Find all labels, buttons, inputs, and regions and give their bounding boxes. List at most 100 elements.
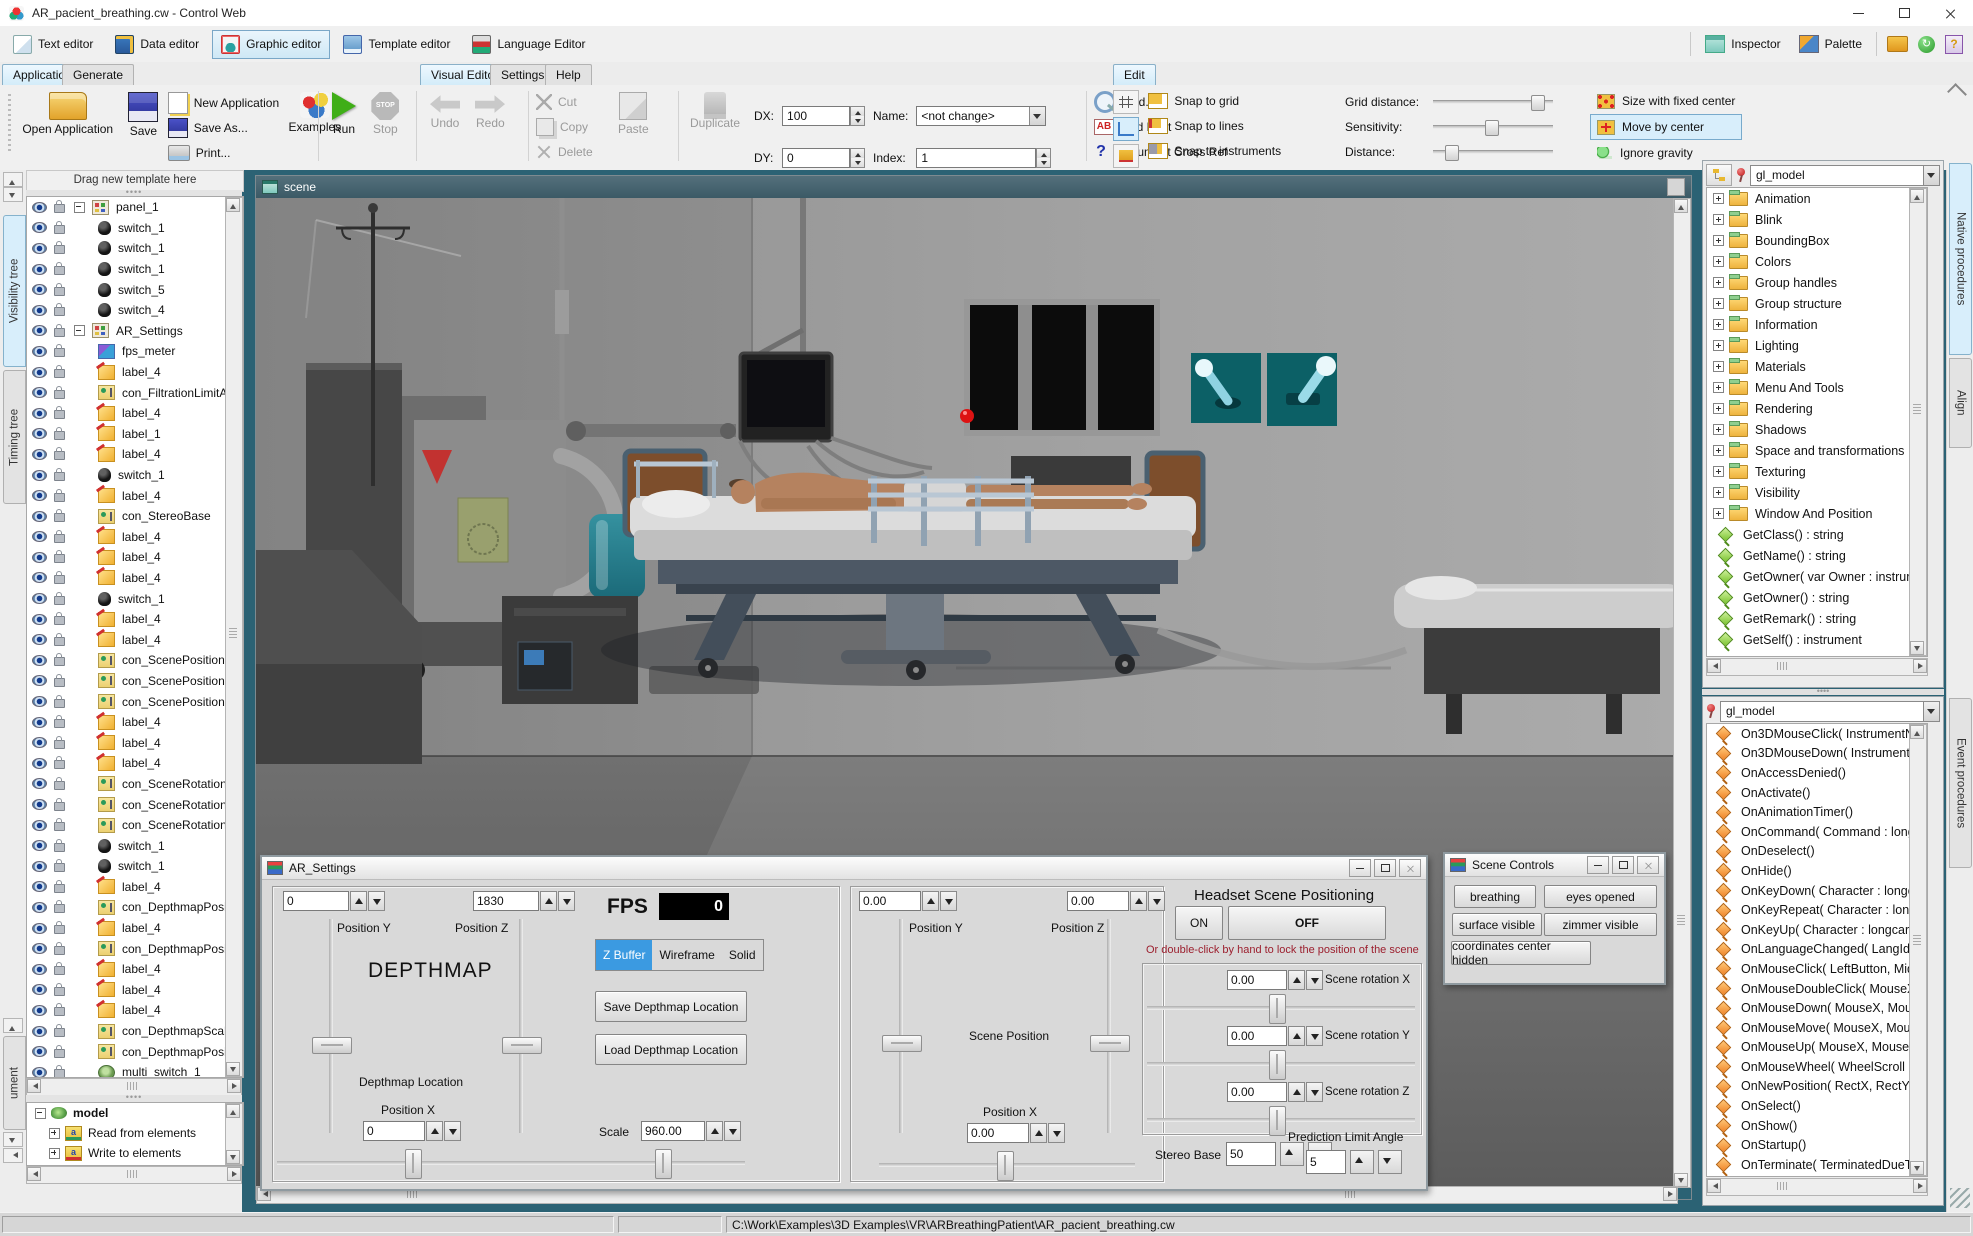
tree-item[interactable]: con_SceneRotationZ: [27, 774, 225, 795]
dx-spinner[interactable]: [850, 106, 865, 126]
tree-vertical-scrollbar[interactable]: [225, 197, 243, 1077]
native-list-item[interactable]: GetOwner() : string: [1707, 587, 1927, 608]
expand-toggle[interactable]: [49, 1128, 60, 1139]
eye-visibility-icon[interactable]: [32, 902, 47, 913]
index-spinner[interactable]: [1036, 148, 1051, 168]
wireframe-option[interactable]: Wireframe: [652, 940, 721, 970]
lock-icon[interactable]: [54, 493, 65, 502]
tree-item[interactable]: label_4: [27, 629, 225, 650]
distance-slider[interactable]: [1433, 150, 1553, 154]
expand-plus-icon[interactable]: [1713, 319, 1724, 330]
native-list-item[interactable]: GetOwner( var Owner : instrument ) :: [1707, 566, 1927, 587]
event-list-item[interactable]: OnKeyRepeat( Character : longcard ): [1707, 900, 1927, 920]
depthmap-pos-x-slider[interactable]: [277, 1161, 581, 1165]
scene-pos-x-slider[interactable]: [879, 1163, 1135, 1167]
native-list-item[interactable]: GetClass() : string: [1707, 524, 1927, 545]
eye-visibility-icon[interactable]: [32, 284, 47, 295]
lock-icon[interactable]: [54, 904, 65, 913]
snap-to-lines-toggle[interactable]: Snap to lines: [1148, 113, 1281, 138]
lock-icon[interactable]: [54, 802, 65, 811]
expand-plus-icon[interactable]: [1713, 235, 1724, 246]
expand-plus-icon[interactable]: [1713, 277, 1724, 288]
toolbar-grip[interactable]: [8, 94, 11, 154]
native-list-item[interactable]: GetRemark() : string: [1707, 608, 1927, 629]
tree-item[interactable]: switch_1: [27, 588, 225, 609]
eye-visibility-icon[interactable]: [32, 511, 47, 522]
model-vertical-scrollbar[interactable]: [225, 1103, 243, 1165]
tree-item[interactable]: switch_1: [27, 238, 225, 259]
event-list-item[interactable]: OnNewPosition( RectX, RectY, RectW, R: [1707, 1077, 1927, 1097]
tree-item[interactable]: AR_Settings: [27, 321, 225, 342]
editor-tab[interactable]: Graphic editor: [212, 30, 330, 59]
pin-icon[interactable]: [1706, 704, 1716, 718]
native-list-item[interactable]: GetName() : string: [1707, 545, 1927, 566]
scale-spinner[interactable]: 960.00: [641, 1121, 741, 1141]
eye-visibility-icon[interactable]: [32, 1005, 47, 1016]
tree-item[interactable]: con_ScenePositionY: [27, 671, 225, 692]
depthmap-pos-x-spinner[interactable]: 0: [363, 1121, 461, 1141]
instruments-mode-button[interactable]: [1113, 144, 1139, 168]
dropdown-arrow-icon[interactable]: [1923, 166, 1939, 185]
eye-visibility-icon[interactable]: [32, 305, 47, 316]
tree-item[interactable]: label_4: [27, 877, 225, 898]
depthmap-pos-y-slider[interactable]: [329, 919, 333, 1133]
sc-maximize-button[interactable]: [1612, 856, 1634, 874]
depthmap-pos-y-spinner[interactable]: 0: [283, 891, 385, 911]
lock-icon[interactable]: [54, 616, 65, 625]
tree-item[interactable]: label_4: [27, 444, 225, 465]
dx-field[interactable]: 100: [782, 106, 850, 126]
event-instrument-selector[interactable]: gl_model: [1720, 701, 1940, 722]
expand-plus-icon[interactable]: [1713, 466, 1724, 477]
coordinates-center-button[interactable]: coordinates center hidden: [1451, 941, 1591, 965]
lock-icon[interactable]: [54, 1069, 65, 1078]
event-list-item[interactable]: OnMouseClick( LeftButton, MiddleButton: [1707, 959, 1927, 979]
scroll-down-button[interactable]: [3, 187, 23, 202]
lock-icon[interactable]: [54, 1049, 65, 1058]
lock-icon[interactable]: [54, 925, 65, 934]
lock-icon[interactable]: [54, 513, 65, 522]
breathing-button[interactable]: breathing: [1454, 885, 1536, 908]
native-list-item[interactable]: Menu And Tools: [1707, 377, 1927, 398]
tree-item[interactable]: label_4: [27, 918, 225, 939]
name-dropdown[interactable]: <not change>: [916, 106, 1046, 126]
lock-icon[interactable]: [54, 843, 65, 852]
event-list-item[interactable]: OnTerminate( TerminatedDueToFailure: [1707, 1155, 1927, 1175]
paste-button[interactable]: Paste: [612, 88, 655, 140]
sc-close-button[interactable]: [1637, 856, 1659, 874]
eye-visibility-icon[interactable]: [32, 387, 47, 398]
tree-item[interactable]: con_DepthmapScale: [27, 1021, 225, 1042]
lock-icon[interactable]: [54, 534, 65, 543]
event-list-item[interactable]: OnLanguageChanged( LangId, LangNam: [1707, 940, 1927, 960]
close-button[interactable]: [1927, 0, 1973, 26]
eye-visibility-icon[interactable]: [32, 614, 47, 625]
tree-view-button[interactable]: [1706, 164, 1732, 186]
depthmap-pos-z-slider[interactable]: [519, 919, 523, 1133]
tab-timing-tree[interactable]: Timing tree: [3, 370, 26, 504]
scene-window-button[interactable]: [1667, 178, 1685, 196]
resize-grip[interactable]: [1950, 1188, 1970, 1208]
eye-visibility-icon[interactable]: [32, 820, 47, 831]
tab-align[interactable]: Align: [1949, 358, 1972, 448]
rotation-y-spinner[interactable]: 0.00: [1227, 1026, 1323, 1046]
expand-toggle[interactable]: [74, 202, 85, 213]
tree-item[interactable]: con_ScenePositionZ: [27, 650, 225, 671]
tree-item[interactable]: multi_switch_1: [27, 1062, 225, 1078]
run-button[interactable]: Run: [326, 88, 362, 140]
native-vertical-scrollbar[interactable]: [1909, 188, 1927, 656]
tree-item[interactable]: label_4: [27, 485, 225, 506]
native-list-item[interactable]: Lighting: [1707, 335, 1927, 356]
cut-button[interactable]: Cut: [536, 90, 593, 115]
scroll-up-button[interactable]: [3, 1018, 23, 1033]
rotation-y-slider[interactable]: [1147, 1062, 1415, 1066]
help-book-icon[interactable]: [1945, 35, 1963, 54]
tree-item[interactable]: con_FiltrationLimitAngle: [27, 382, 225, 403]
lock-icon[interactable]: [54, 431, 65, 440]
expand-plus-icon[interactable]: [1713, 193, 1724, 204]
scene-pos-x-spinner[interactable]: 0.00: [967, 1123, 1065, 1143]
lock-icon[interactable]: [54, 451, 65, 460]
eye-visibility-icon[interactable]: [32, 717, 47, 728]
eye-visibility-icon[interactable]: [32, 696, 47, 707]
tab-event-procedures[interactable]: Event procedures: [1949, 698, 1972, 868]
lock-icon[interactable]: [54, 884, 65, 893]
tab-visibility-tree[interactable]: Visibility tree: [3, 215, 26, 367]
